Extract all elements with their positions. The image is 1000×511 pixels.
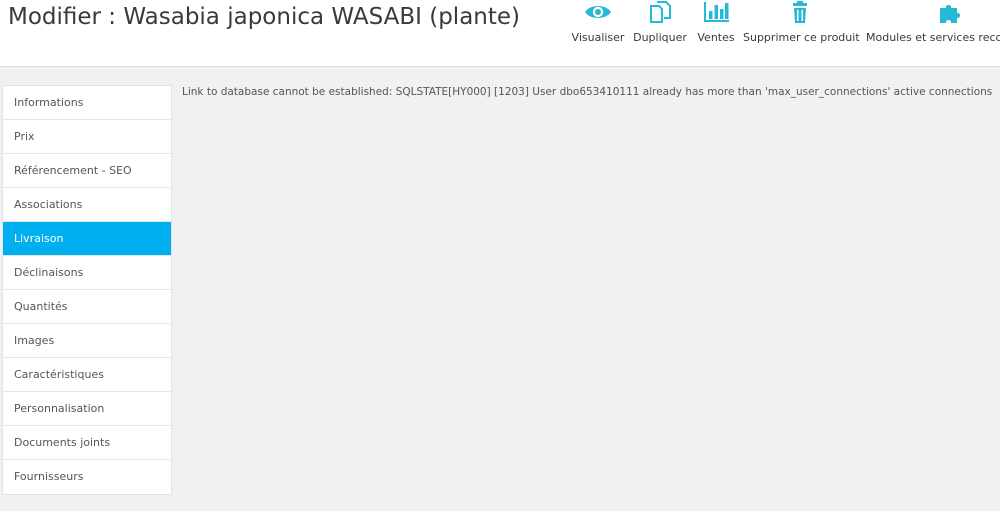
tab-documents-joints[interactable]: Documents joints	[3, 426, 171, 460]
view-button-label: Visualiser	[571, 31, 625, 44]
delete-product-button-label: Supprimer ce produit	[743, 31, 860, 44]
duplicate-button-label: Dupliquer	[633, 31, 687, 44]
tab-fournisseurs[interactable]: Fournisseurs	[3, 460, 171, 494]
modules-button-label: Modules et services recom	[866, 31, 1000, 44]
tab-declinaisons[interactable]: Déclinaisons	[3, 256, 171, 290]
bar-chart-icon	[704, 2, 729, 22]
tab-personnalisation[interactable]: Personnalisation	[3, 392, 171, 426]
tab-images[interactable]: Images	[3, 324, 171, 358]
tab-quantites[interactable]: Quantités	[3, 290, 171, 324]
page-title: Modifier : Wasabia japonica WASABI (plan…	[8, 4, 521, 30]
tab-caracteristiques[interactable]: Caractéristiques	[3, 358, 171, 392]
delete-product-button[interactable]: Supprimer ce produit	[743, 0, 860, 50]
view-button[interactable]: Visualiser	[571, 0, 625, 50]
duplicate-button[interactable]: Dupliquer	[632, 0, 688, 50]
modules-button[interactable]: Modules et services recom	[862, 0, 1000, 50]
tab-seo[interactable]: Référencement - SEO	[3, 154, 171, 188]
tab-associations[interactable]: Associations	[3, 188, 171, 222]
sales-button-label: Ventes	[697, 31, 735, 44]
puzzle-icon	[940, 5, 960, 23]
database-error-message: Link to database cannot be established: …	[182, 86, 993, 98]
tab-informations[interactable]: Informations	[3, 86, 171, 120]
tab-prix[interactable]: Prix	[3, 120, 171, 154]
copy-icon	[650, 1, 671, 23]
page-header: Modifier : Wasabia japonica WASABI (plan…	[0, 0, 1000, 67]
sales-button[interactable]: Ventes	[694, 0, 738, 50]
trash-icon	[793, 1, 807, 23]
tab-livraison[interactable]: Livraison	[3, 222, 171, 256]
product-tabs-sidebar: Informations Prix Référencement - SEO As…	[2, 85, 172, 495]
eye-icon	[585, 6, 611, 18]
